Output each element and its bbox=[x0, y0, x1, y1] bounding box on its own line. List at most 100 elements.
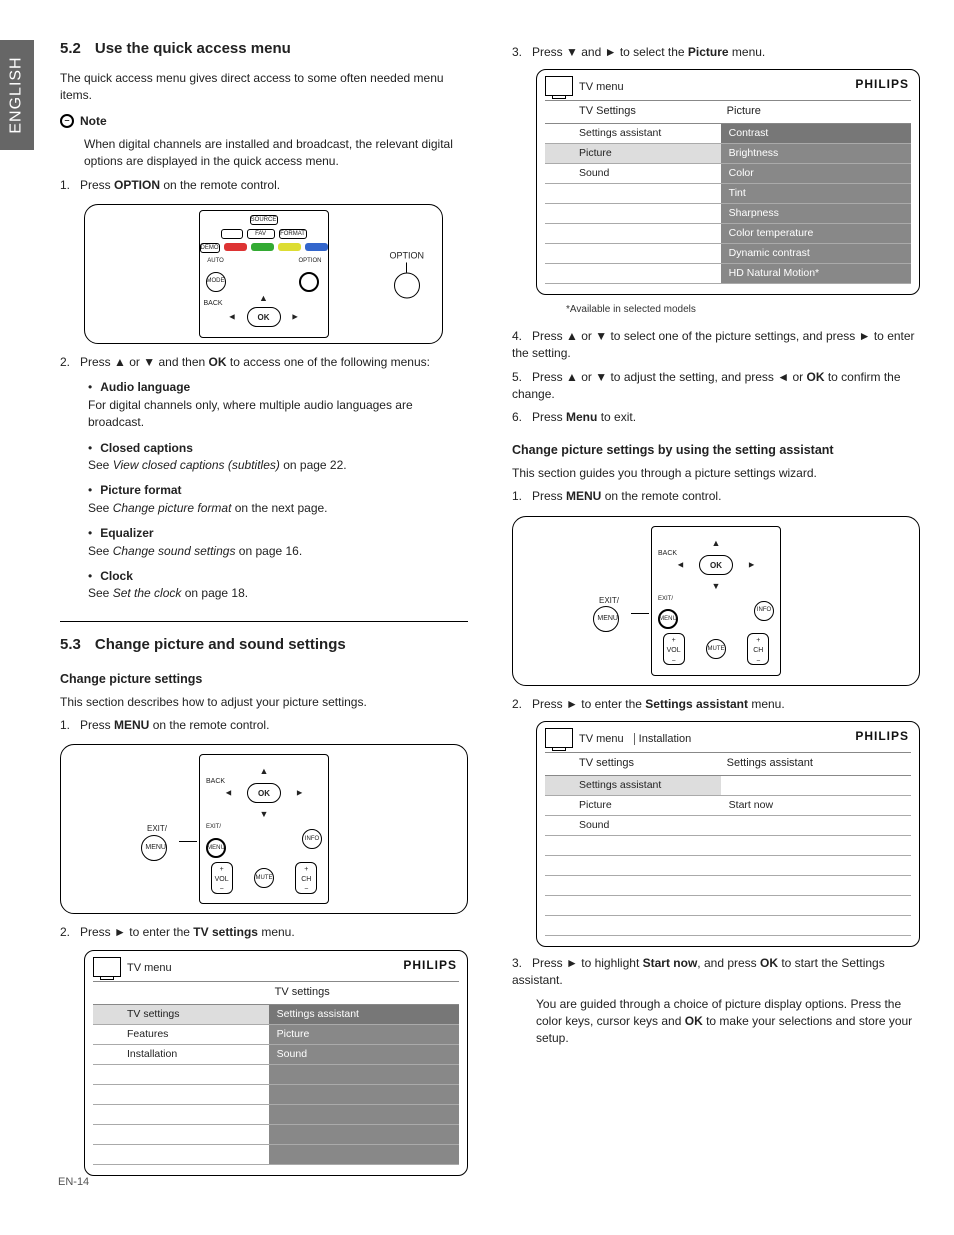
ok-button: OK bbox=[247, 783, 281, 803]
sa-para: You are guided through a choice of pictu… bbox=[536, 996, 920, 1048]
bullet-audio-language: Audio language For digital channels only… bbox=[88, 379, 468, 431]
menu-button-callout: MENU bbox=[141, 835, 167, 861]
right-arrow-icon: ► bbox=[605, 45, 617, 59]
list-item bbox=[269, 1125, 459, 1145]
source-button: SOURCE bbox=[250, 215, 278, 225]
right-arrow-icon: ► bbox=[859, 329, 871, 343]
option-callout: OPTION bbox=[390, 250, 425, 263]
right-column: 3.Press ▼ and ► to select the Picture me… bbox=[512, 38, 920, 1184]
step-3: 3.Press ▼ and ► to select the Picture me… bbox=[512, 44, 920, 61]
info-button: INFO bbox=[754, 601, 774, 621]
cps-step-2: 2.Press ► to enter the TV settings menu. bbox=[60, 924, 468, 941]
right-arrow-icon: ► bbox=[114, 925, 126, 939]
list-item bbox=[721, 816, 911, 836]
list-item: Settings assistant bbox=[545, 776, 721, 796]
language-label: ENGLISH bbox=[8, 56, 26, 133]
step-5: 5.Press ▲ or ▼ to adjust the setting, an… bbox=[512, 369, 920, 404]
yellow-key bbox=[278, 243, 301, 251]
list-item bbox=[721, 896, 911, 916]
mode-button: MODE bbox=[206, 272, 226, 292]
list-item: Brightness bbox=[721, 144, 911, 164]
step-2: 2.Press ▲ or ▼ and then OK to access one… bbox=[60, 354, 468, 371]
list-item bbox=[545, 184, 721, 204]
demo-button: DEMO bbox=[200, 243, 220, 253]
step-4: 4.Press ▲ or ▼ to select one of the pict… bbox=[512, 328, 920, 363]
list-item bbox=[269, 1145, 459, 1165]
list-item: Sound bbox=[545, 816, 721, 836]
list-item bbox=[545, 836, 721, 856]
brand-label: PHILIPS bbox=[855, 728, 909, 745]
bullet-clock: Clock See Set the clock on page 18. bbox=[88, 568, 468, 603]
list-item bbox=[721, 836, 911, 856]
list-item: Dynamic contrast bbox=[721, 244, 911, 264]
left-arrow-icon: ◄ bbox=[676, 558, 685, 571]
brand-label: PHILIPS bbox=[855, 76, 909, 93]
list-item bbox=[269, 1065, 459, 1085]
format-button: FORMAT bbox=[279, 229, 307, 239]
left-arrow-icon: ◄ bbox=[777, 370, 789, 384]
tv-settings-menu: PHILIPS TV menu TV settings TV settings … bbox=[84, 950, 468, 1176]
menu-button: MENU bbox=[206, 838, 226, 858]
list-item bbox=[545, 264, 721, 284]
red-key bbox=[224, 243, 247, 251]
list-item bbox=[545, 916, 721, 936]
option-key: OPTION bbox=[114, 178, 160, 192]
list-item bbox=[545, 224, 721, 244]
list-item bbox=[269, 1105, 459, 1125]
list-item bbox=[721, 916, 911, 936]
option-button bbox=[299, 272, 319, 292]
down-arrow-icon: ▼ bbox=[260, 808, 269, 821]
list-item: Start now bbox=[721, 796, 911, 816]
volume-rocker: +VOL− bbox=[663, 633, 685, 665]
sa-step-1: 1.Press MENU on the remote control. bbox=[512, 488, 920, 505]
note-text: When digital channels are installed and … bbox=[84, 136, 468, 171]
up-arrow-icon: ▲ bbox=[712, 537, 721, 550]
list-item bbox=[721, 876, 911, 896]
list-item: Installation bbox=[93, 1045, 269, 1065]
tv-icon bbox=[545, 76, 573, 96]
down-arrow-icon: ▼ bbox=[595, 370, 607, 384]
note-block: – Note bbox=[60, 113, 468, 130]
mute-button: MUTE bbox=[706, 639, 726, 659]
list-item bbox=[721, 776, 911, 796]
right-arrow-icon: ► bbox=[566, 956, 578, 970]
list-item: Picture bbox=[545, 796, 721, 816]
list-item bbox=[721, 856, 911, 876]
bullet-equalizer: Equalizer See Change sound settings on p… bbox=[88, 525, 468, 560]
list-item: Features bbox=[93, 1025, 269, 1045]
sa-step-3: 3.Press ► to highlight Start now, and pr… bbox=[512, 955, 920, 990]
ok-button: OK bbox=[699, 555, 733, 575]
fav-button: FAV bbox=[247, 229, 275, 239]
brand-label: PHILIPS bbox=[403, 957, 457, 974]
list-item: Picture bbox=[545, 144, 721, 164]
mute-button: MUTE bbox=[254, 868, 274, 888]
callout-circle-icon bbox=[394, 273, 420, 299]
list-item bbox=[93, 1105, 269, 1125]
green-key bbox=[251, 243, 274, 251]
list-item bbox=[93, 1065, 269, 1085]
up-arrow-icon: ▲ bbox=[259, 292, 268, 305]
left-column: 5.2Use the quick access menu The quick a… bbox=[60, 38, 468, 1184]
language-tab: ENGLISH bbox=[0, 40, 34, 150]
down-arrow-icon: ▼ bbox=[712, 580, 721, 593]
step-6: 6.Press Menu to exit. bbox=[512, 409, 920, 426]
right-arrow-icon: ► bbox=[747, 558, 756, 571]
bullet-picture-format: Picture format See Change picture format… bbox=[88, 482, 468, 517]
subheading-settings-assistant: Change picture settings by using the set… bbox=[512, 441, 920, 459]
list-item: Picture bbox=[269, 1025, 459, 1045]
section-title: Use the quick access menu bbox=[95, 40, 291, 57]
list-item: Sharpness bbox=[721, 204, 911, 224]
right-arrow-icon: ► bbox=[291, 310, 300, 323]
sa-step-2: 2.Press ► to enter the Settings assistan… bbox=[512, 696, 920, 713]
bullet-closed-captions: Closed captions See View closed captions… bbox=[88, 440, 468, 475]
settings-assistant-menu: PHILIPS TV menuInstallation TV settingsS… bbox=[536, 721, 920, 947]
list-item bbox=[545, 856, 721, 876]
list-item: Settings assistant bbox=[269, 1005, 459, 1025]
list-item: Settings assistant bbox=[545, 124, 721, 144]
list-item: Sound bbox=[545, 164, 721, 184]
horizontal-rule bbox=[60, 621, 468, 622]
channel-rocker: +CH− bbox=[747, 633, 769, 665]
remote-diagram-menu: EXIT/ MENU OK ▲ ▼ ◄ ► BACK EXIT/ bbox=[60, 744, 468, 914]
up-arrow-icon: ▲ bbox=[566, 329, 578, 343]
list-item: Color bbox=[721, 164, 911, 184]
